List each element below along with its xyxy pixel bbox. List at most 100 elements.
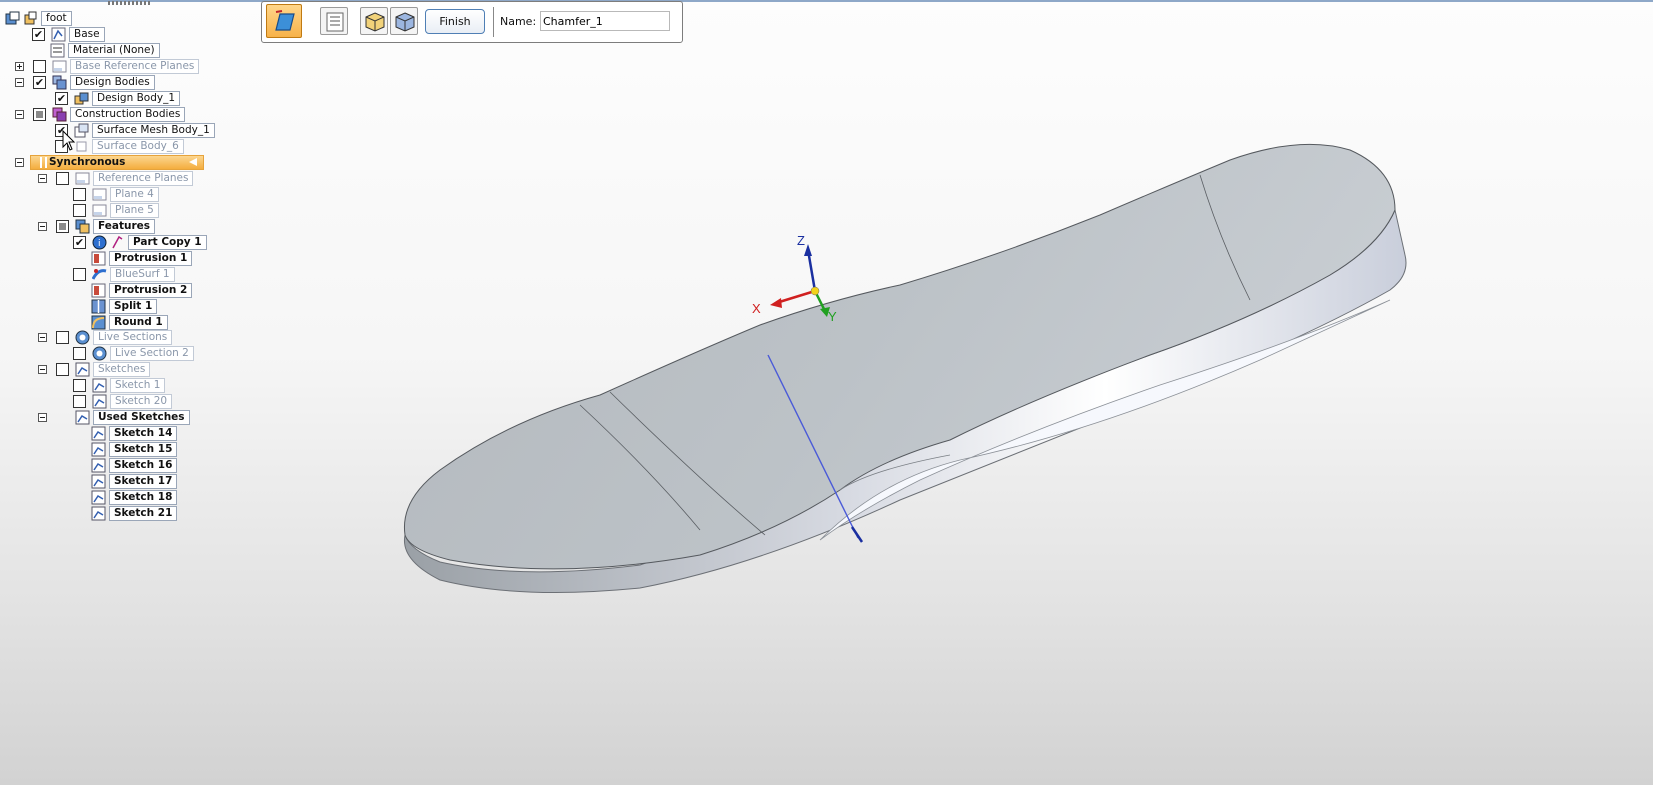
sketch-icon (91, 426, 106, 441)
tree-label-live-section-2: Live Section 2 (110, 346, 194, 361)
collapse-icon[interactable] (38, 413, 47, 422)
tree-label-part-copy: Part Copy 1 (128, 235, 207, 250)
plane-4-checkbox[interactable] (73, 188, 86, 201)
base-icon (51, 27, 66, 42)
collapse-icon[interactable] (15, 78, 24, 87)
collapse-icon[interactable] (38, 174, 47, 183)
collapse-icon[interactable] (38, 333, 47, 342)
coordinate-triad[interactable]: Z X Y (752, 233, 837, 324)
tree-item-sketches[interactable]: Sketches (38, 362, 151, 377)
collapse-icon[interactable] (15, 158, 24, 167)
part-copy-checkbox[interactable]: ✔ (73, 236, 86, 249)
sketch-20-checkbox[interactable] (73, 395, 86, 408)
sketch-icon (75, 362, 90, 377)
construction-bodies-checkbox[interactable] (33, 108, 46, 121)
tree-item-surface-mesh-body[interactable]: ✔ Surface Mesh Body_1 (55, 123, 215, 138)
live-sections-checkbox[interactable] (56, 331, 69, 344)
tree-item-sketch-1[interactable]: Sketch 1 (73, 378, 166, 393)
tree-label-synchronous: Synchronous (30, 155, 204, 170)
tree-item-construction-bodies[interactable]: Construction Bodies (15, 107, 186, 122)
tree-label-material: Material (None) (68, 43, 160, 58)
options-button[interactable] (320, 7, 348, 35)
body-icon (74, 91, 89, 106)
collapse-icon[interactable] (38, 365, 47, 374)
tree-label-sketch-20: Sketch 20 (110, 394, 173, 409)
tree-item-sketch-20[interactable]: Sketch 20 (73, 394, 173, 409)
tree-item-round[interactable]: Round 1 (91, 315, 168, 330)
tree-label-base: Base (69, 27, 105, 42)
expand-icon[interactable] (15, 62, 24, 71)
info-icon: i (92, 235, 107, 250)
plane-5-checkbox[interactable] (73, 204, 86, 217)
name-label: Name: (500, 15, 537, 28)
tree-label-sketch-18: Sketch 18 (109, 490, 178, 505)
tree-item-sketch-21[interactable]: Sketch 21 (91, 506, 178, 521)
pathfinder-tree: foot ✔ Base Material (None) Base Referen… (0, 10, 240, 550)
protrusion-icon (91, 283, 106, 298)
design-body-1-checkbox[interactable]: ✔ (55, 92, 68, 105)
tree-label-reference-planes: Reference Planes (93, 171, 194, 186)
face-select-icon (275, 10, 295, 31)
tree-label-sketch-14: Sketch 14 (109, 426, 178, 441)
tree-item-sketch-18[interactable]: Sketch 18 (91, 490, 178, 505)
tree-item-sketch-14[interactable]: Sketch 14 (91, 426, 178, 441)
sketches-checkbox[interactable] (56, 363, 69, 376)
name-input[interactable] (540, 11, 670, 31)
tree-item-features[interactable]: Features (38, 219, 155, 234)
tree-item-reference-planes[interactable]: Reference Planes (38, 171, 194, 186)
axis-z-label: Z (797, 233, 805, 248)
design-body-button[interactable] (390, 7, 418, 35)
tree-label-sketch-16: Sketch 16 (109, 458, 178, 473)
base-checkbox[interactable]: ✔ (32, 28, 45, 41)
tree-label-design-body-1: Design Body_1 (92, 91, 181, 106)
reference-planes-checkbox[interactable] (56, 172, 69, 185)
tree-item-used-sketches[interactable]: Used Sketches (38, 410, 190, 425)
collapse-icon[interactable] (15, 110, 24, 119)
base-reference-planes-checkbox[interactable] (33, 60, 46, 73)
solid-body-button[interactable] (360, 7, 388, 35)
insole-model[interactable] (403, 143, 1407, 593)
tree-item-design-body-1[interactable]: ✔ Design Body_1 (55, 91, 181, 106)
svg-text:i: i (98, 239, 101, 249)
tree-item-base[interactable]: ✔ Base (32, 27, 105, 42)
tree-item-plane-4[interactable]: Plane 4 (73, 187, 159, 202)
plane-icon (92, 187, 107, 202)
design-bodies-checkbox[interactable]: ✔ (33, 76, 46, 89)
tree-item-material[interactable]: Material (None) (50, 43, 160, 58)
tree-label-round: Round 1 (109, 315, 168, 330)
tree-item-plane-5[interactable]: Plane 5 (73, 203, 159, 218)
tree-item-part-copy[interactable]: ✔ i Part Copy 1 (73, 235, 207, 250)
construction-icon (52, 107, 67, 122)
tree-item-design-bodies[interactable]: ✔ Design Bodies (15, 75, 155, 90)
tree-label-used-sketches: Used Sketches (93, 410, 190, 425)
tree-label-live-sections: Live Sections (93, 330, 173, 345)
live-section-icon (75, 330, 90, 345)
3d-viewport[interactable]: Z X Y (0, 0, 1653, 785)
tree-item-live-sections[interactable]: Live Sections (38, 330, 173, 345)
tree-item-split[interactable]: Split 1 (91, 299, 158, 314)
tree-item-sketch-16[interactable]: Sketch 16 (91, 458, 178, 473)
tree-item-sketch-15[interactable]: Sketch 15 (91, 442, 178, 457)
tree-item-live-section-2[interactable]: Live Section 2 (73, 346, 194, 361)
tree-label-sketch-17: Sketch 17 (109, 474, 178, 489)
tree-item-protrusion-1[interactable]: Protrusion 1 (91, 251, 193, 266)
split-icon (91, 299, 106, 314)
tree-label-surface-mesh-body: Surface Mesh Body_1 (92, 123, 215, 138)
bluesurf-checkbox[interactable] (73, 268, 86, 281)
tree-item-sketch-17[interactable]: Sketch 17 (91, 474, 178, 489)
features-checkbox[interactable] (56, 220, 69, 233)
chamfer-face-select-button[interactable] (266, 4, 302, 38)
tree-item-bluesurf[interactable]: BlueSurf 1 (73, 267, 175, 282)
tree-label-base-reference-planes: Base Reference Planes (70, 59, 200, 74)
tree-label-protrusion-2: Protrusion 2 (109, 283, 193, 298)
sketch-1-checkbox[interactable] (73, 379, 86, 392)
tree-item-base-reference-planes[interactable]: Base Reference Planes (15, 59, 200, 74)
collapse-icon[interactable] (38, 222, 47, 231)
sketch-icon (91, 474, 106, 489)
live-section-icon (92, 346, 107, 361)
live-section-2-checkbox[interactable] (73, 347, 86, 360)
tree-item-foot[interactable]: foot (5, 11, 72, 26)
finish-button[interactable]: Finish (425, 9, 485, 34)
tree-item-protrusion-2[interactable]: Protrusion 2 (91, 283, 193, 298)
bluesurf-icon (92, 267, 107, 282)
